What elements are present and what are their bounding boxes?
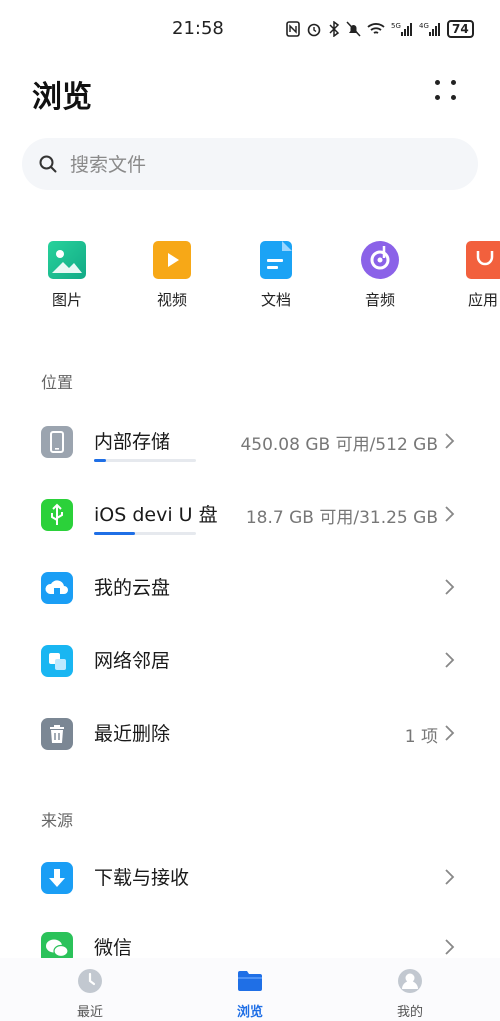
category-label: 应用 bbox=[468, 291, 499, 309]
location-title: 最近删除 bbox=[94, 723, 171, 745]
nav-label: 最近 bbox=[76, 1005, 103, 1020]
trash-icon bbox=[41, 718, 73, 750]
usb-icon bbox=[41, 499, 73, 531]
clock-icon bbox=[77, 968, 103, 994]
location-title: 内部存储 bbox=[94, 431, 171, 453]
category-label: 图片 bbox=[51, 291, 82, 309]
battery-indicator: 74 bbox=[447, 20, 474, 38]
category-label: 音频 bbox=[364, 291, 395, 309]
chevron-right-icon bbox=[445, 869, 455, 885]
storage-info: 450.08 GB 可用/512 GB bbox=[240, 435, 438, 455]
svg-text:5G: 5G bbox=[391, 22, 401, 30]
chevron-right-icon bbox=[445, 939, 455, 955]
nav-browse[interactable]: 浏览 bbox=[200, 968, 300, 1020]
more-options-button[interactable] bbox=[426, 76, 466, 106]
location-usb-drive[interactable]: iOS devi U 盘 18.7 GB 可用/31.25 GB bbox=[0, 483, 500, 547]
location-title: 网络邻居 bbox=[94, 650, 171, 672]
signal-5g-icon: 5G bbox=[391, 22, 412, 36]
folder-icon bbox=[237, 968, 263, 994]
svg-text:4G: 4G bbox=[419, 22, 429, 30]
category-audio[interactable]: 音频 bbox=[340, 236, 420, 310]
page-header: 浏览 bbox=[0, 58, 500, 122]
status-bar: 21:58 5G 4G 74 bbox=[0, 0, 500, 58]
network-neighbor-icon bbox=[41, 645, 73, 677]
location-cloud-drive[interactable]: 我的云盘 bbox=[0, 556, 500, 620]
image-icon bbox=[48, 241, 86, 279]
category-apps[interactable]: 应用 bbox=[446, 236, 500, 310]
section-label-locations: 位置 bbox=[41, 373, 74, 392]
chevron-right-icon bbox=[445, 725, 455, 741]
storage-usage-bar bbox=[94, 532, 196, 535]
profile-icon bbox=[397, 968, 423, 994]
cloud-drive-icon bbox=[41, 572, 73, 604]
section-label-sources: 来源 bbox=[41, 811, 74, 830]
chevron-right-icon bbox=[445, 433, 455, 449]
document-icon bbox=[260, 241, 292, 279]
mute-icon bbox=[346, 21, 361, 37]
source-title: 微信 bbox=[94, 937, 133, 959]
source-downloads[interactable]: 下载与接收 bbox=[0, 846, 500, 910]
search-bar[interactable] bbox=[22, 138, 478, 192]
nav-recent[interactable]: 最近 bbox=[40, 968, 140, 1020]
search-icon bbox=[39, 155, 57, 173]
chevron-right-icon bbox=[445, 579, 455, 595]
nav-label: 浏览 bbox=[236, 1005, 263, 1020]
chevron-right-icon bbox=[445, 506, 455, 522]
location-internal-storage[interactable]: 内部存储 450.08 GB 可用/512 GB bbox=[0, 410, 500, 474]
download-icon bbox=[41, 862, 73, 894]
location-network-neighbor[interactable]: 网络邻居 bbox=[0, 629, 500, 693]
audio-icon bbox=[361, 241, 399, 279]
category-label: 文档 bbox=[260, 291, 291, 309]
status-icons: 5G 4G 74 bbox=[286, 20, 474, 38]
video-icon bbox=[153, 241, 191, 279]
storage-info: 18.7 GB 可用/31.25 GB bbox=[245, 508, 438, 528]
source-title: 下载与接收 bbox=[94, 867, 190, 889]
category-row: 图片 视频 文档 音频 应用 bbox=[0, 236, 500, 316]
more-dots-icon bbox=[435, 80, 440, 85]
page-title: 浏览 bbox=[32, 80, 92, 115]
category-documents[interactable]: 文档 bbox=[236, 236, 316, 310]
wifi-icon bbox=[367, 23, 385, 34]
nav-mine[interactable]: 我的 bbox=[360, 968, 460, 1020]
location-recently-deleted[interactable]: 最近删除 1 项 bbox=[0, 702, 500, 766]
bluetooth-icon bbox=[329, 21, 340, 37]
alarm-icon bbox=[307, 23, 321, 37]
search-input[interactable] bbox=[68, 138, 452, 192]
storage-usage-bar bbox=[94, 459, 196, 462]
deleted-count: 1 项 bbox=[404, 727, 438, 747]
nav-label: 我的 bbox=[396, 1005, 423, 1020]
chevron-right-icon bbox=[445, 652, 455, 668]
app-icon bbox=[466, 241, 500, 279]
phone-storage-icon bbox=[41, 426, 73, 458]
category-label: 视频 bbox=[156, 291, 187, 309]
bottom-nav: 最近 浏览 我的 bbox=[0, 958, 500, 1021]
nfc-icon bbox=[286, 21, 300, 37]
status-time: 21:58 bbox=[172, 18, 224, 39]
location-title: iOS devi U 盘 bbox=[94, 504, 218, 526]
location-title: 我的云盘 bbox=[94, 577, 171, 599]
signal-4g-icon: 4G bbox=[419, 22, 440, 36]
category-videos[interactable]: 视频 bbox=[132, 236, 212, 310]
category-images[interactable]: 图片 bbox=[27, 236, 107, 310]
